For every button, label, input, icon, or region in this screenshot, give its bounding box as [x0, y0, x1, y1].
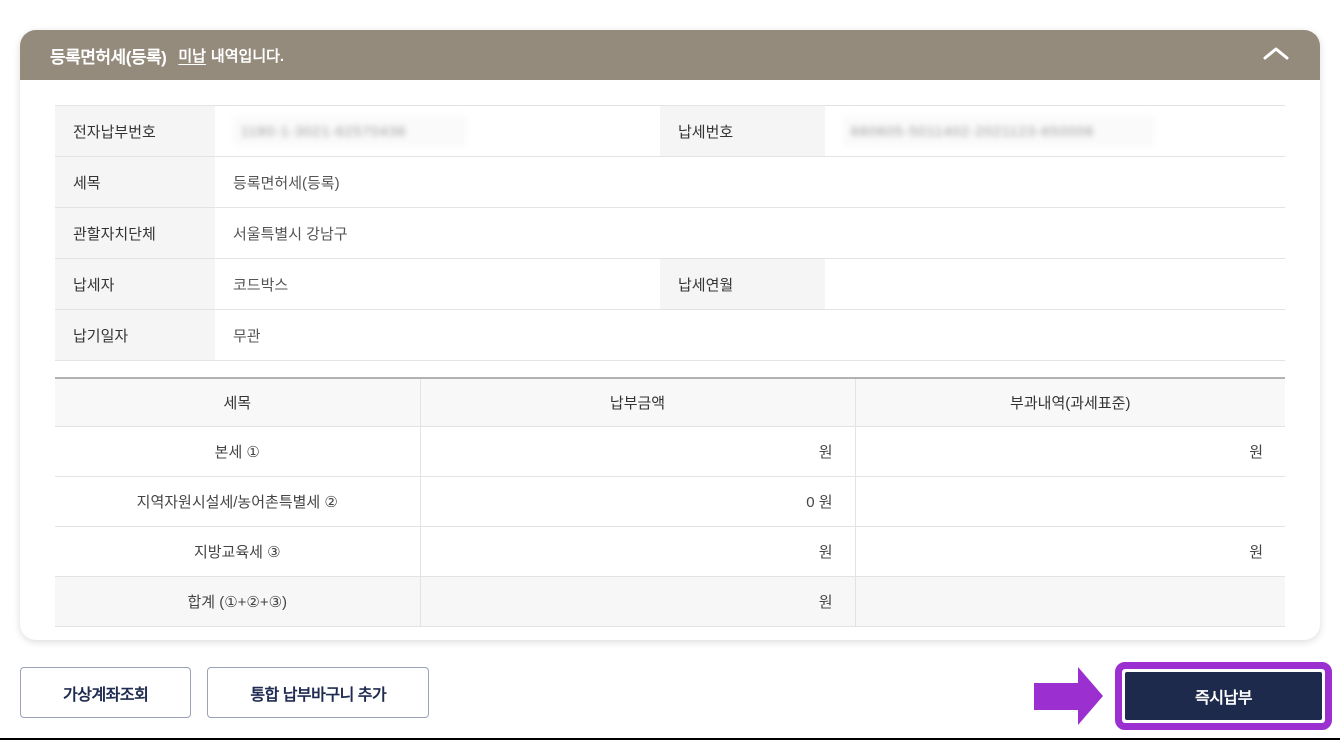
table-row: 전자납부번호 1180-1-3021-62570436 납세번호 680605-… [55, 105, 1285, 157]
pay-now-highlight-ring: 즉시납부 [1115, 662, 1332, 730]
tax-detail-panel: 등록면허세(등록) 미납 내역입니다. 전자납부번호 1180-1-3021-6… [20, 30, 1320, 640]
table-header-row: 세목 납부금액 부과내역(과세표준) [55, 378, 1285, 427]
arrow-right-icon [1034, 667, 1103, 725]
masked-value: 680605-5011402-2021123-650006 [843, 116, 1155, 146]
value-jurisdiction: 서울특별시 강남구 [215, 207, 1285, 259]
cell-education-tax-amount: 원 [419, 526, 855, 577]
chevron-up-icon [1262, 46, 1290, 64]
masked-value: 1180-1-3021-62570436 [233, 116, 467, 146]
header-assessment-base: 부과내역(과세표준) [854, 378, 1285, 427]
label-due-date: 납기일자 [55, 309, 215, 361]
cell-total-base [854, 576, 1285, 627]
pay-now-button[interactable]: 즉시납부 [1125, 672, 1322, 720]
value-taxpayer: 코드박스 [215, 258, 660, 310]
cell-main-tax-amount: 원 [419, 426, 855, 477]
cell-main-tax-base: 원 [854, 426, 1285, 477]
value-epay-number: 1180-1-3021-62570436 [215, 105, 660, 157]
panel-title: 등록면허세(등록) [50, 47, 167, 67]
table-row: 납세자 코드박스 납세연월 [55, 258, 1285, 310]
arrow-tip [1078, 667, 1103, 725]
label-jurisdiction: 관할자치단체 [55, 207, 215, 259]
table-row: 지방교육세 ③ 원 원 [55, 526, 1285, 577]
cell-education-tax-base: 원 [854, 526, 1285, 577]
table-row: 관할자치단체 서울특별시 강남구 [55, 207, 1285, 259]
cell-main-tax: 본세 ① [55, 426, 420, 477]
tax-amount-table: 세목 납부금액 부과내역(과세표준) 본세 ① 원 원 지역자원시설세/농어촌특… [55, 377, 1285, 627]
label-tax-yearmonth: 납세연월 [660, 258, 825, 310]
cell-total: 합계 (①+②+③) [55, 576, 420, 627]
bottom-divider [0, 738, 1340, 740]
cell-regional-tax-amount: 0 원 [419, 476, 855, 527]
tax-info-table: 전자납부번호 1180-1-3021-62570436 납세번호 680605-… [55, 105, 1285, 361]
table-row: 지역자원시설세/농어촌특별세 ② 0 원 [55, 476, 1285, 527]
header-tax-item: 세목 [55, 378, 420, 427]
value-tax-item: 등록면허세(등록) [215, 156, 1285, 208]
value-due-date: 무관 [215, 309, 1285, 361]
panel-title-unpaid: 미납 [178, 47, 206, 65]
panel-title-suffix: 내역입니다. [210, 47, 285, 65]
value-tax-number: 680605-5011402-2021123-650006 [825, 105, 1285, 157]
label-taxpayer: 납세자 [55, 258, 215, 310]
table-row: 납기일자 무관 [55, 309, 1285, 361]
virtual-account-button[interactable]: 가상계좌조회 [20, 667, 192, 718]
table-row: 본세 ① 원 원 [55, 426, 1285, 477]
pay-now-group: 즉시납부 [1034, 662, 1332, 730]
panel-header: 등록면허세(등록) 미납 내역입니다. [20, 30, 1320, 80]
cell-total-amount: 원 [419, 576, 855, 627]
collapse-button[interactable] [1262, 46, 1290, 64]
panel-body: 전자납부번호 1180-1-3021-62570436 납세번호 680605-… [20, 80, 1320, 627]
footer-actions-left: 가상계좌조회 통합 납부바구니 추가 [20, 667, 430, 718]
cell-regional-tax: 지역자원시설세/농어촌특별세 ② [55, 476, 420, 527]
cell-education-tax: 지방교육세 ③ [55, 526, 420, 577]
table-row: 세목 등록면허세(등록) [55, 156, 1285, 208]
label-tax-number: 납세번호 [660, 105, 825, 157]
label-epay-number: 전자납부번호 [55, 105, 215, 157]
add-to-payment-cart-button[interactable]: 통합 납부바구니 추가 [207, 667, 430, 718]
header-payment-amount: 납부금액 [419, 378, 855, 427]
label-tax-item: 세목 [55, 156, 215, 208]
table-total-row: 합계 (①+②+③) 원 [55, 576, 1285, 627]
value-tax-yearmonth [825, 258, 1285, 310]
cell-regional-tax-base [854, 476, 1285, 527]
arrow-bar [1034, 682, 1078, 710]
